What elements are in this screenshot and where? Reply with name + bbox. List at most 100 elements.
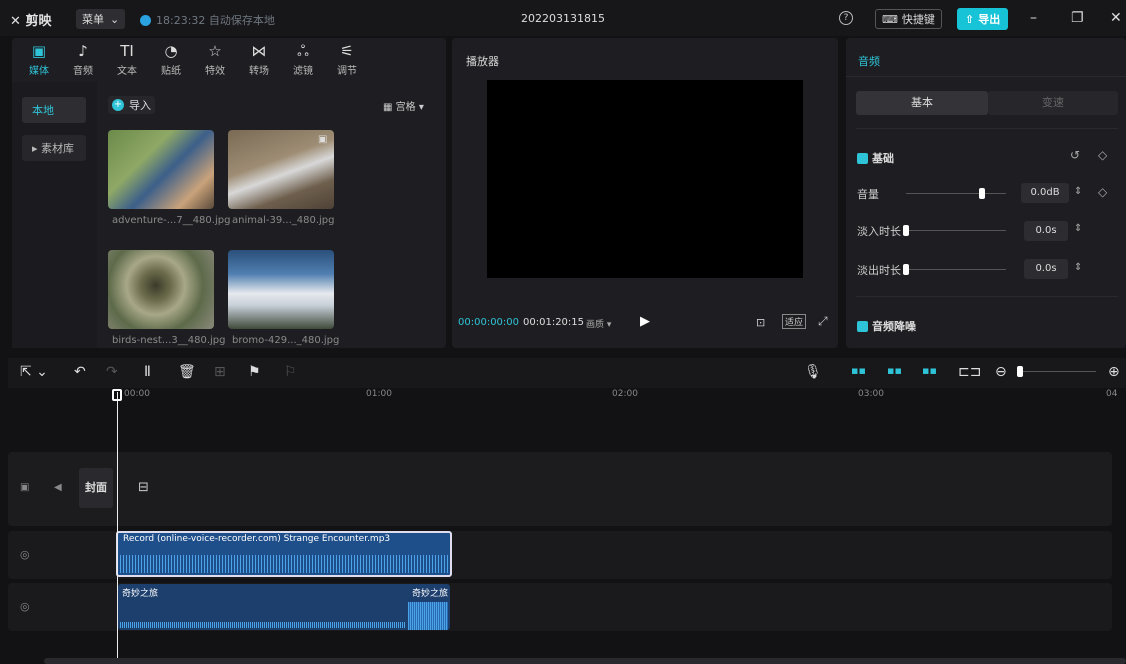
tab-sticker[interactable]: ◔ 贴纸 — [149, 38, 193, 80]
fadeout-value[interactable]: 0.0s — [1024, 259, 1068, 279]
quality-dropdown[interactable]: 画质 ▾ — [586, 317, 611, 330]
minimize-button[interactable]: – — [1030, 10, 1037, 26]
timeline-scrollbar[interactable] — [44, 658, 1126, 664]
cover-button[interactable]: 封面 — [79, 468, 113, 508]
media-label: animal-39..._480.jpg — [232, 215, 335, 226]
fullscreen-icon[interactable]: ⤢ — [818, 314, 828, 329]
tab-filter[interactable]: ஃ 滤镜 — [281, 38, 325, 80]
video-track-icon: ▣ — [20, 482, 30, 493]
clip-label: Record (online-voice-recorder.com) Stran… — [123, 534, 391, 544]
undo-icon[interactable]: ↶ — [74, 364, 86, 380]
tab-text[interactable]: TI 文本 — [105, 38, 149, 80]
timeline-ruler[interactable]: 00:00 01:00 02:00 03:00 04 — [8, 388, 1126, 404]
video-preview[interactable] — [487, 80, 803, 278]
ruler-tick: 02:00 — [612, 389, 638, 399]
fadein-slider[interactable] — [906, 230, 1006, 231]
link-icon[interactable]: ▪▪ — [887, 364, 902, 377]
plus-icon: + — [112, 99, 124, 111]
ruler-tick: 00:00 — [124, 389, 150, 399]
reset-icon[interactable]: ↺ — [1070, 148, 1080, 162]
title-bar: ✕ 剪映 菜单 ⌄ 18:23:32 自动保存本地 202203131815 ? … — [0, 0, 1126, 36]
ruler-tick: 03:00 — [858, 389, 884, 399]
select-tool-icon[interactable]: ⇱ ⌄ — [20, 364, 48, 380]
checkbox-icon — [857, 152, 868, 164]
magnet-icon[interactable]: ▪▪ — [851, 364, 866, 377]
export-button[interactable]: ⇧ 导出 — [957, 8, 1009, 30]
shortcut-button[interactable]: ⌨ 快捷键 — [875, 9, 942, 29]
fadeout-label: 淡出时长 — [857, 264, 901, 277]
grid-icon: ▦ — [383, 102, 396, 113]
microphone-icon[interactable]: 🎙 — [804, 364, 822, 380]
sidebar-item-local[interactable]: 本地 — [22, 97, 86, 123]
keyframe-icon[interactable]: ◇ — [1098, 148, 1107, 162]
denoise-toggle[interactable]: 音频降噪 — [857, 318, 916, 334]
split-view-icon[interactable]: ⊏⊐ — [958, 364, 981, 380]
section-basic[interactable]: 基础 — [857, 150, 894, 166]
waveform-peak — [408, 602, 448, 630]
media-thumb-birds-nest[interactable] — [108, 250, 214, 329]
playhead-handle[interactable] — [112, 389, 122, 401]
fit-button[interactable]: 适应 — [782, 314, 807, 329]
total-time: 00:01:20:15 — [523, 317, 585, 328]
media-label: adventure-...7__480.jpg — [112, 215, 231, 226]
volume-slider[interactable] — [906, 193, 1006, 194]
media-label: bromo-429..._480.jpg — [232, 335, 340, 346]
preview-axis-icon[interactable]: ▪▪ — [922, 364, 937, 377]
tab-effects[interactable]: ☆ 特效 — [193, 38, 237, 80]
main-video-track[interactable] — [8, 452, 1112, 526]
sidebar-item-library[interactable]: ▸ 素材库 — [22, 135, 86, 161]
player-title: 播放器 — [466, 55, 499, 68]
tab-transition[interactable]: ⋈ 转场 — [237, 38, 281, 80]
media-thumb-adventure[interactable] — [108, 130, 214, 209]
maximize-button[interactable]: ❐ — [1071, 10, 1084, 26]
playhead[interactable] — [117, 392, 118, 658]
tab-speed[interactable]: 变速 — [988, 91, 1118, 115]
fadein-value[interactable]: 0.0s — [1024, 221, 1068, 241]
help-icon[interactable]: ? — [839, 11, 853, 25]
fadeout-slider-knob[interactable] — [903, 264, 909, 275]
audio-panel-title: 音频 — [858, 55, 880, 68]
import-button[interactable]: + 导入 — [108, 96, 155, 114]
tab-audio[interactable]: ♪ 音频 — [61, 38, 105, 80]
delete-icon[interactable]: 🗑 — [178, 364, 196, 380]
tab-adjust[interactable]: ⚟ 调节 — [325, 38, 369, 80]
zoom-in-icon[interactable]: ⊕ — [1108, 364, 1120, 380]
zoom-out-icon[interactable]: ⊖ — [995, 364, 1007, 380]
clip-label: 奇妙之旅 — [122, 589, 159, 599]
volume-slider-knob[interactable] — [979, 188, 985, 199]
redo-icon[interactable]: ↷ — [106, 364, 118, 380]
freeze-icon[interactable]: ⊞ — [214, 364, 226, 380]
play-icon[interactable]: ▶ — [640, 314, 650, 329]
audio-clip-record[interactable]: Record (online-voice-recorder.com) Stran… — [116, 531, 452, 577]
stepper-icon[interactable]: ⇕ — [1074, 186, 1082, 197]
stepper-icon[interactable]: ⇕ — [1074, 262, 1082, 273]
audio-track-icon: ◎ — [20, 600, 30, 613]
current-time: 00:00:00:00 — [458, 317, 520, 328]
mute-icon[interactable]: ◀︎ — [54, 482, 62, 493]
marker-remove-icon[interactable]: ⚐ — [284, 364, 297, 380]
waveform-icon[interactable]: ⊡ — [756, 316, 765, 329]
tab-basic[interactable]: 基本 — [856, 91, 988, 115]
ruler-tick: 01:00 — [366, 389, 392, 399]
marker-icon[interactable]: ⚑ — [248, 364, 261, 380]
volume-value[interactable]: 0.0dB — [1021, 183, 1069, 203]
audio-track-icon: ◎ — [20, 548, 30, 561]
keyframe-icon[interactable]: ◇ — [1098, 185, 1107, 199]
divider — [856, 128, 1118, 129]
fadeout-slider[interactable] — [906, 269, 1006, 270]
stepper-icon[interactable]: ⇕ — [1074, 223, 1082, 234]
ruler-tick: 04 — [1106, 389, 1118, 399]
media-thumb-bromo[interactable] — [228, 250, 334, 329]
fadein-slider-knob[interactable] — [903, 225, 909, 236]
view-mode-button[interactable]: ▦ 宫格 ▾ — [383, 98, 424, 113]
image-type-icon: ▣ — [318, 134, 328, 145]
audio-clip-music[interactable]: 奇妙之旅 奇妙之旅 — [118, 584, 450, 630]
divider — [856, 296, 1118, 297]
waveform — [120, 622, 406, 628]
split-icon[interactable]: Ⅱ — [144, 364, 151, 380]
zoom-slider-knob[interactable] — [1017, 366, 1023, 377]
zoom-slider[interactable] — [1020, 371, 1096, 372]
waveform — [120, 555, 448, 573]
close-button[interactable]: ✕ — [1110, 10, 1122, 26]
tab-media[interactable]: ▣ 媒体 — [17, 38, 61, 80]
